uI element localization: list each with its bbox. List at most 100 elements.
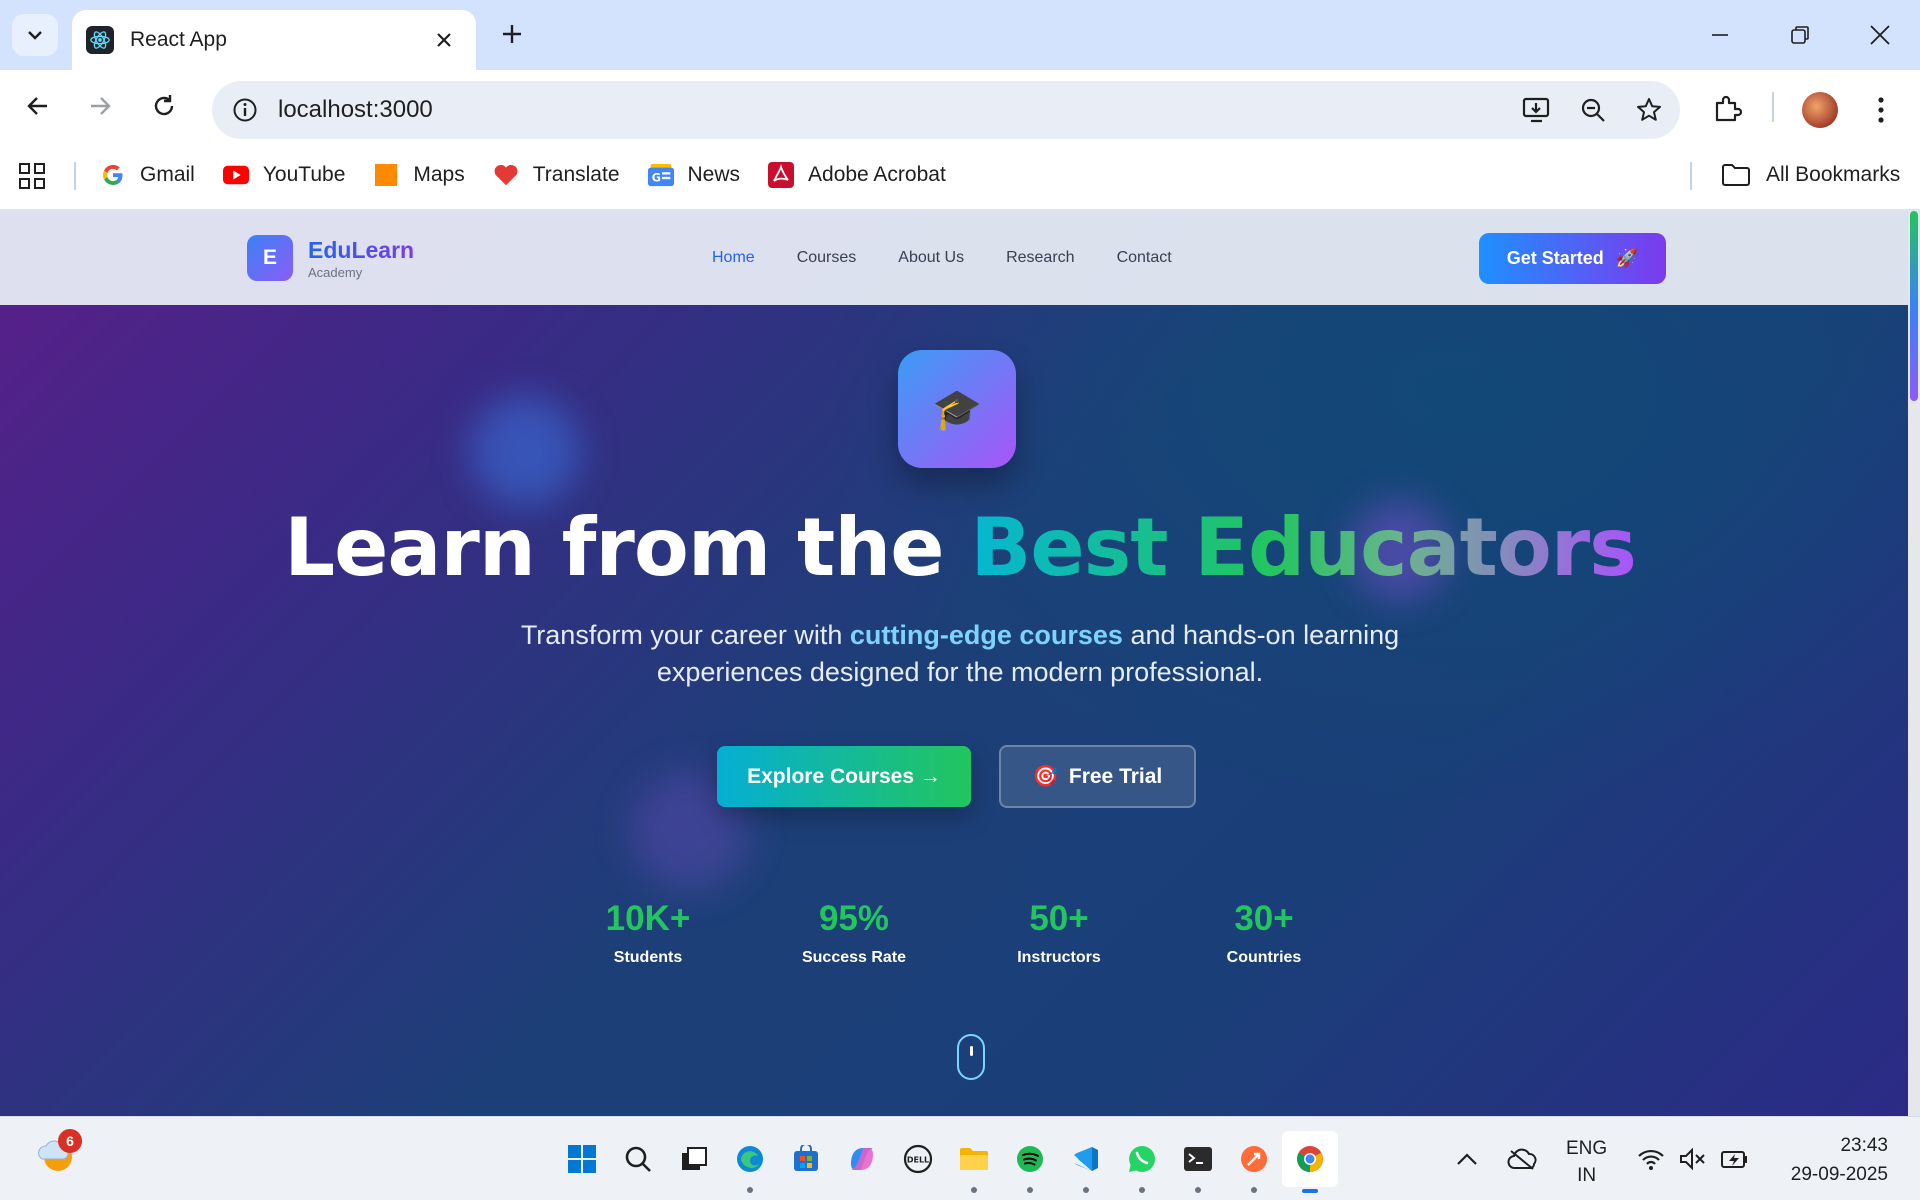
taskbar-edge[interactable] (722, 1131, 778, 1193)
taskbar-file-explorer[interactable] (946, 1131, 1002, 1193)
acrobat-icon (768, 162, 795, 188)
close-tab-icon[interactable] (430, 26, 458, 54)
taskbar-spotify[interactable] (1002, 1131, 1058, 1193)
all-bookmarks-label: All Bookmarks (1766, 163, 1901, 186)
site-info-icon[interactable] (230, 95, 260, 125)
running-indicator (1139, 1187, 1145, 1193)
system-clock[interactable]: 23:43 29-09-2025 (1772, 1131, 1888, 1189)
brand-name[interactable]: EduLearn (308, 237, 414, 264)
input-language[interactable]: ENG IN (1566, 1135, 1607, 1189)
stat-instructors: 50+ Instructors (969, 899, 1149, 967)
battery-charging-icon[interactable] (1714, 1138, 1756, 1180)
taskbar-copilot[interactable] (834, 1131, 890, 1187)
stat-countries: 30+ Countries (1174, 899, 1354, 967)
chrome-icon (1297, 1146, 1323, 1172)
target-icon: 🎯 (1032, 764, 1059, 788)
active-tab[interactable]: React App (72, 10, 476, 70)
bookmark-label: Maps (413, 163, 465, 186)
taskbar-postman[interactable] (1226, 1131, 1282, 1193)
stat-label: Success Rate (801, 949, 907, 966)
back-button[interactable] (18, 86, 58, 126)
spotify-icon (1017, 1146, 1043, 1172)
all-bookmarks-button[interactable]: All Bookmarks (1720, 140, 1900, 210)
subtitle-highlight: cutting-edge courses (849, 620, 1123, 650)
bookmark-label: Gmail (140, 163, 195, 186)
scrollbar-thumb[interactable] (1910, 211, 1918, 401)
taskbar-whatsapp[interactable] (1114, 1131, 1170, 1193)
bookmark-label: YouTube (262, 163, 346, 186)
postman-icon (1241, 1146, 1267, 1172)
taskbar-terminal[interactable] (1170, 1131, 1226, 1193)
site-header: E EduLearn Academy Home Courses About Us… (0, 211, 1920, 305)
nav-link-research[interactable]: Research (1006, 249, 1074, 267)
stat-label: Students (613, 949, 683, 966)
running-indicator (747, 1187, 753, 1193)
language-code: ENG (1566, 1138, 1608, 1159)
reload-button[interactable] (144, 86, 184, 126)
plus-icon (503, 25, 521, 43)
bookmark-label: Translate (532, 163, 620, 186)
new-tab-button[interactable] (494, 16, 530, 52)
dell-icon: DELL (903, 1144, 933, 1174)
apps-grid-icon[interactable] (18, 162, 48, 192)
react-icon (86, 26, 114, 54)
nav-link-home[interactable]: Home (712, 249, 755, 267)
explore-courses-button[interactable]: Explore Courses → (717, 746, 971, 807)
bookmark-youtube[interactable]: YouTube (222, 162, 346, 188)
nav-link-contact[interactable]: Contact (1117, 249, 1172, 267)
active-indicator (1302, 1189, 1318, 1193)
bookmark-adobe-acrobat[interactable]: Adobe Acrobat (768, 162, 946, 188)
logo-badge[interactable]: E (247, 235, 293, 281)
nav-link-about-us[interactable]: About Us (898, 249, 964, 267)
stat-students: 10K+ Students (558, 899, 738, 967)
page-scrollbar[interactable] (1908, 211, 1920, 1116)
show-hidden-icons-chevron-up-icon[interactable] (1446, 1138, 1488, 1180)
bookmark-maps[interactable]: Maps (373, 162, 465, 188)
taskbar-chrome[interactable] (1282, 1131, 1338, 1193)
stat-value: 50+ (1029, 899, 1089, 938)
bookmark-gmail[interactable]: Gmail (100, 162, 195, 188)
running-indicator (1083, 1187, 1089, 1193)
url-text[interactable]: localhost:3000 (278, 96, 433, 124)
clock-date: 29-09-2025 (1790, 1164, 1888, 1185)
scroll-down-icon[interactable] (957, 1034, 985, 1080)
svg-text:DELL: DELL (907, 1156, 929, 1165)
onedrive-cloud-icon[interactable] (1502, 1138, 1544, 1180)
minimize-icon (1712, 34, 1728, 36)
bookmarks-divider (1690, 162, 1692, 190)
start-button[interactable] (554, 1131, 610, 1187)
bookmark-translate[interactable]: Translate (493, 162, 620, 188)
brand-subtitle: Academy (308, 265, 363, 280)
bookmark-label: Adobe Acrobat (808, 163, 946, 186)
close-window-button[interactable] (1856, 14, 1904, 56)
minimize-button[interactable] (1696, 14, 1744, 56)
profile-avatar[interactable] (1802, 92, 1838, 128)
wifi-icon[interactable] (1630, 1138, 1672, 1180)
taskbar-vscode[interactable] (1058, 1131, 1114, 1193)
forward-button[interactable] (80, 86, 120, 126)
extensions-icon[interactable] (1706, 88, 1748, 130)
running-indicator (1195, 1187, 1201, 1193)
bookmark-star-icon[interactable] (1628, 89, 1670, 131)
taskbar-dell[interactable]: DELL (890, 1131, 946, 1187)
tab-search-button[interactable] (12, 14, 58, 56)
rocket-icon: 🚀 (1615, 248, 1639, 268)
hero-headline: Learn from the Best Educators (0, 501, 1920, 594)
task-view-button[interactable] (666, 1131, 722, 1187)
zoom-icon[interactable] (1572, 89, 1614, 131)
get-started-button[interactable]: Get Started 🚀 (1479, 233, 1666, 284)
address-bar[interactable]: localhost:3000 (212, 81, 1680, 139)
free-trial-button[interactable]: 🎯 Free Trial (999, 745, 1196, 808)
browser-toolbar: localhost:3000 (0, 70, 1920, 140)
taskbar-search[interactable] (610, 1131, 666, 1187)
menu-icon[interactable] (1866, 90, 1896, 130)
install-app-icon[interactable] (1516, 89, 1558, 131)
restore-button[interactable] (1776, 14, 1824, 56)
taskbar-store[interactable] (778, 1131, 834, 1187)
bookmark-news[interactable]: G News (647, 162, 740, 188)
volume-muted-icon[interactable] (1672, 1138, 1714, 1180)
edge-icon (737, 1146, 763, 1172)
news-icon: G (647, 162, 674, 188)
taskbar: 6 DELL ENG IN 23:43 29-09-2025 (0, 1116, 1920, 1200)
nav-link-courses[interactable]: Courses (797, 249, 857, 267)
